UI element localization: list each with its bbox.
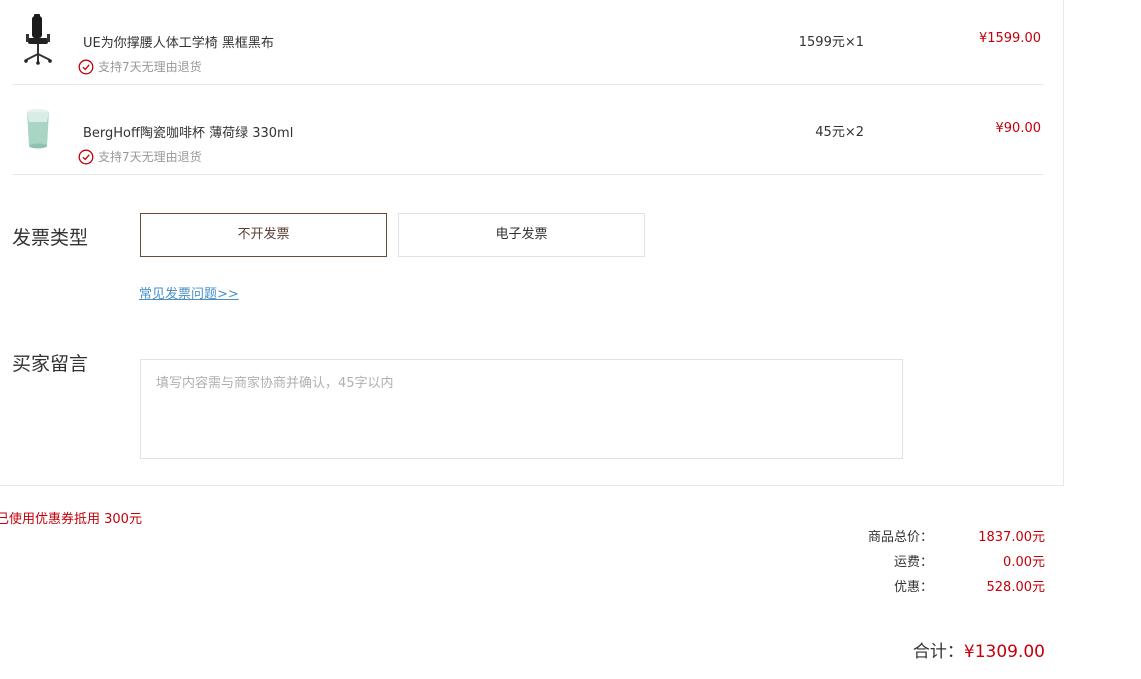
coupon-applied-note: 已使用优惠券抵用 300元 bbox=[0, 512, 142, 527]
shipping-label: 运费： bbox=[893, 555, 933, 570]
office-chair-icon bbox=[20, 14, 56, 66]
discount-row: 优惠： 528.00元 bbox=[785, 576, 1045, 596]
discount-value: 528.00元 bbox=[986, 580, 1046, 595]
list-item: BergHoff陶瓷咖啡杯 薄荷绿 330ml 支持7天无理由退货 45元×2 … bbox=[12, 84, 1044, 175]
check-circle-icon bbox=[78, 59, 94, 74]
grand-total-value: ¥1309.00 bbox=[963, 642, 1045, 662]
buyer-message-label: 买家留言 bbox=[12, 353, 89, 375]
buyer-message-input[interactable] bbox=[140, 359, 903, 459]
coffee-cup-icon bbox=[20, 108, 56, 160]
invoice-type-label: 发票类型 bbox=[12, 227, 89, 249]
item-unit-price: 1599元×1 bbox=[798, 35, 864, 50]
invoice-option-none[interactable]: 不开发票 bbox=[140, 213, 387, 257]
grand-total-label: 合计： bbox=[912, 642, 964, 662]
item-unit-price: 45元×2 bbox=[815, 125, 864, 140]
return-policy-badge: 支持7天无理由退货 bbox=[78, 58, 202, 75]
invoice-faq-link[interactable]: 常见发票问题>> bbox=[139, 283, 239, 302]
item-subtotal: ¥90.00 bbox=[995, 121, 1042, 136]
return-policy-text: 支持7天无理由退货 bbox=[98, 150, 202, 164]
goods-total-row: 商品总价： 1837.00元 bbox=[785, 526, 1045, 546]
discount-label: 优惠： bbox=[893, 580, 933, 595]
invoice-option-electronic[interactable]: 电子发票 bbox=[398, 213, 645, 257]
grand-total: 合计：¥1309.00 bbox=[913, 637, 1045, 662]
list-item: UE为你撑腰人体工学椅 黑框黑布 支持7天无理由退货 1599元×1 ¥1599… bbox=[12, 0, 1044, 85]
return-policy-text: 支持7天无理由退货 bbox=[98, 60, 202, 74]
item-name[interactable]: BergHoff陶瓷咖啡杯 薄荷绿 330ml bbox=[83, 122, 293, 141]
shipping-value: 0.00元 bbox=[1003, 555, 1045, 570]
shipping-row: 运费： 0.00元 bbox=[785, 551, 1045, 571]
item-name[interactable]: UE为你撑腰人体工学椅 黑框黑布 bbox=[83, 32, 274, 51]
goods-total-label: 商品总价： bbox=[867, 530, 933, 545]
check-circle-icon bbox=[78, 149, 94, 164]
goods-total-value: 1837.00元 bbox=[978, 530, 1045, 545]
item-subtotal: ¥1599.00 bbox=[978, 31, 1041, 46]
return-policy-badge: 支持7天无理由退货 bbox=[78, 148, 202, 165]
order-panel: UE为你撑腰人体工学椅 黑框黑布 支持7天无理由退货 1599元×1 ¥1599… bbox=[0, 0, 1064, 486]
